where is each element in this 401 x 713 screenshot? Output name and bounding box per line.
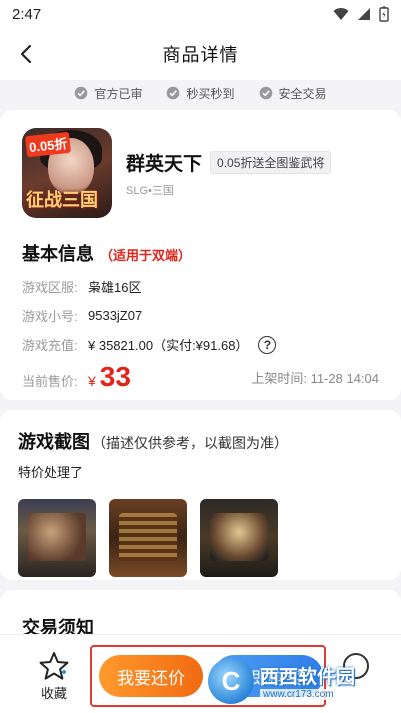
bargain-button[interactable]: 我要还价 — [99, 655, 203, 697]
battery-icon — [379, 6, 389, 22]
trust-label: 安全交易 — [278, 86, 327, 101]
info-value: 枭雄16区 — [88, 280, 142, 295]
check-circle-icon — [259, 86, 272, 100]
basic-info-list: 游戏区服: 枭雄16区 游戏小号: 9533jZ07 游戏充值: ¥ 35821… — [0, 272, 401, 359]
favorite-button[interactable]: 收藏 — [34, 651, 74, 702]
check-circle-icon — [167, 86, 180, 100]
star-icon — [39, 652, 69, 680]
back-button[interactable] — [12, 40, 40, 68]
status-time: 2:47 — [12, 5, 42, 23]
game-row: 0.05折 征战三国 群英天下 0.05折送全图鉴武将 SLG•三国 — [0, 110, 401, 218]
trust-item-official: 官方已审 — [74, 85, 142, 102]
trust-label: 秒买秒到 — [186, 86, 235, 101]
trust-item-safe: 安全交易 — [259, 85, 327, 102]
basic-info-note: （适用于双端） — [100, 248, 192, 263]
info-row-recharge: 游戏充值: ¥ 35821.00（实付:¥91.68） ? — [0, 330, 401, 359]
screenshots-header: 游戏截图 （描述仅供参考，以截图为准） — [0, 410, 401, 454]
info-row-server: 游戏区服: 枭雄16区 — [0, 272, 401, 301]
screenshots-card: 游戏截图 （描述仅供参考，以截图为准） 特价处理了 — [0, 410, 401, 580]
help-icon[interactable]: ? — [258, 335, 277, 354]
game-info: 群英天下 0.05折送全图鉴武将 SLG•三国 — [126, 149, 332, 198]
check-circle-icon — [75, 86, 88, 100]
screenshots-row — [0, 481, 401, 577]
screenshots-title: 游戏截图 — [18, 432, 90, 452]
info-label: 游戏充值: — [22, 338, 78, 353]
screenshots-note: （描述仅供参考，以截图为准） — [92, 435, 288, 451]
watermark-url: www.cr173.com — [260, 689, 356, 700]
screenshot-thumb[interactable] — [18, 499, 96, 577]
wifi-icon — [333, 8, 349, 20]
icon-logo-text: 征战三国 — [26, 190, 98, 210]
game-tags: SLG•三国 — [126, 184, 174, 197]
price-label: 当前售价: — [22, 374, 78, 389]
info-row-account: 游戏小号: 9533jZ07 — [0, 301, 401, 330]
info-label: 游戏小号: — [22, 309, 78, 324]
page-title: 商品详情 — [162, 45, 239, 65]
signal-icon — [358, 8, 370, 20]
info-value: 9533jZ07 — [88, 308, 143, 323]
watermark-text: 西西软件园 — [260, 667, 356, 688]
price-currency: ¥ — [88, 373, 96, 389]
trust-bar: 官方已审 秒买秒到 安全交易 — [0, 80, 401, 106]
status-icons — [333, 6, 389, 22]
price-row: 当前售价: ¥ 33 上架时间: 11-28 14:04 — [0, 361, 401, 393]
chevron-left-icon — [20, 44, 32, 64]
trust-label: 官方已审 — [94, 86, 143, 101]
screenshot-thumb[interactable] — [200, 499, 278, 577]
discount-badge: 0.05折送全图鉴武将 — [210, 150, 332, 174]
watermark-logo-icon: C — [208, 658, 254, 704]
game-icon[interactable]: 0.05折 征战三国 — [22, 128, 112, 218]
nav-bar: 商品详情 — [0, 28, 401, 80]
game-name: 群英天下 — [126, 153, 203, 175]
info-label: 游戏区服: — [22, 280, 78, 295]
list-time-label: 上架时间: — [251, 370, 307, 386]
info-value: ¥ 35821.00（实付:¥91.68） — [88, 338, 249, 353]
watermark: C 西西软件园 www.cr173.com — [208, 657, 393, 705]
product-card: 0.05折 征战三国 群英天下 0.05折送全图鉴武将 SLG•三国 基本信息 … — [0, 110, 401, 400]
trust-item-instant: 秒买秒到 — [166, 85, 235, 102]
price-value: 33 — [99, 361, 131, 392]
status-bar: 2:47 — [0, 0, 401, 28]
basic-info-header: 基本信息 （适用于双端） — [0, 218, 401, 266]
list-time-value: 11-28 14:04 — [310, 370, 379, 386]
notice-title: 交易须知 — [22, 618, 94, 638]
list-time: 上架时间: 11-28 14:04 — [251, 368, 379, 387]
screenshots-desc: 特价处理了 — [18, 465, 84, 480]
screenshot-thumb[interactable] — [109, 499, 187, 577]
basic-info-title: 基本信息 — [22, 244, 94, 264]
favorite-label: 收藏 — [40, 686, 67, 701]
